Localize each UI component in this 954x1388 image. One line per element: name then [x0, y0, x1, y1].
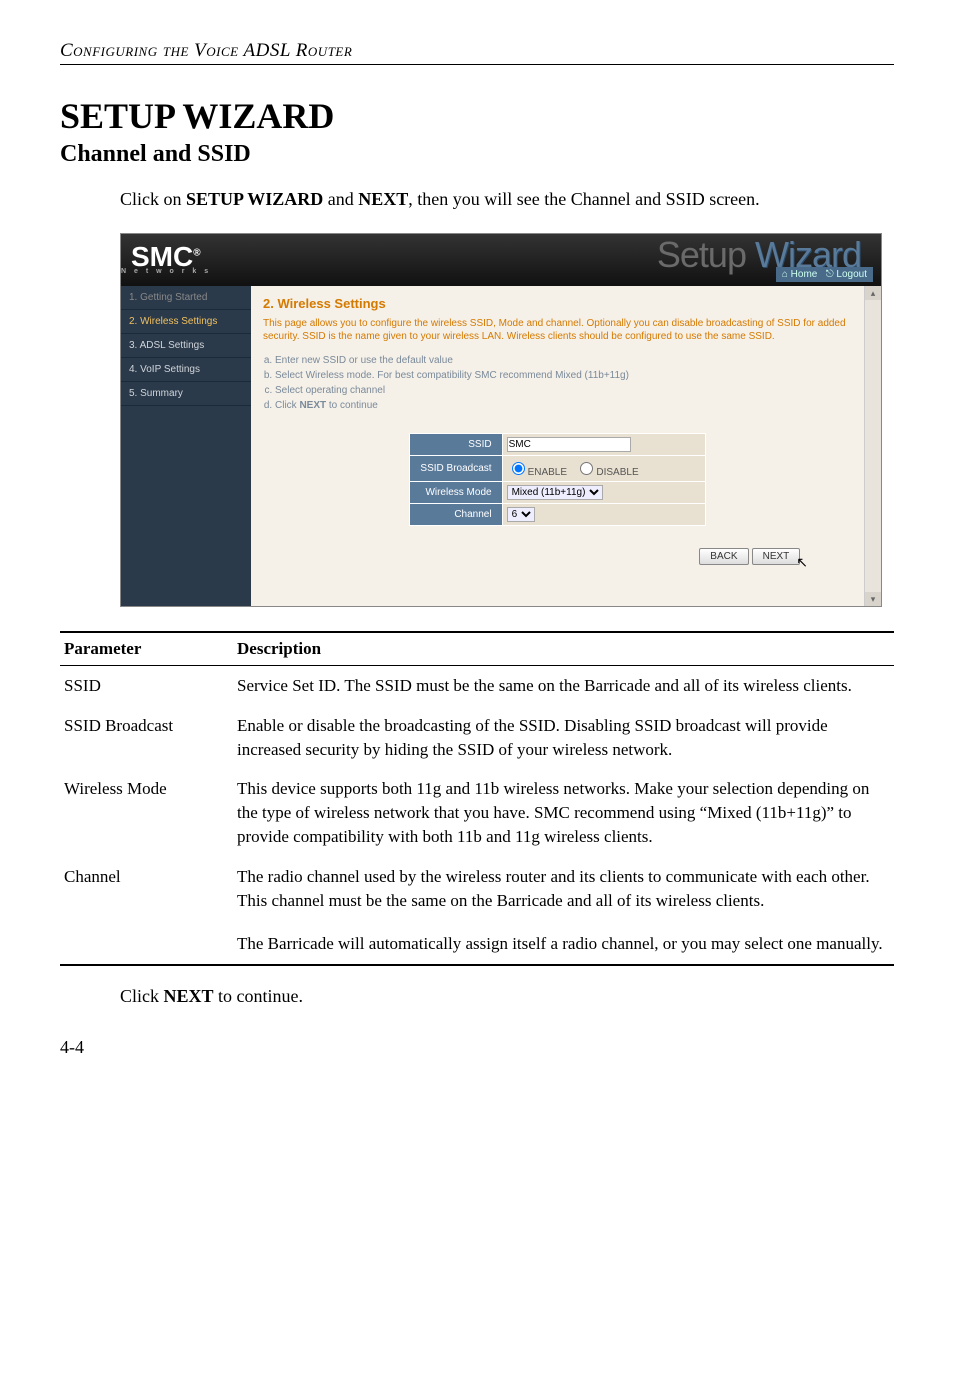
ssid-label: SSID — [410, 434, 502, 456]
enable-radio[interactable] — [512, 462, 525, 475]
router-screenshot: SMC® N e t w o r k s Setup Wizard ⌂ Home… — [120, 233, 882, 607]
logout-icon[interactable]: ⎋ — [826, 269, 837, 280]
param-desc: Enable or disable the broadcasting of th… — [233, 706, 894, 770]
running-header: Configuring the Voice ADSL Router — [60, 40, 894, 65]
page-title: SETUP WIZARD — [60, 95, 894, 137]
wireless-mode-select[interactable]: Mixed (11b+11g) — [507, 485, 603, 500]
step-description: This page allows you to configure the wi… — [263, 317, 852, 343]
scroll-up-icon[interactable]: ▴ — [865, 286, 881, 300]
enable-label: ENABLE — [528, 467, 567, 478]
closing-text: Click NEXT to continue. — [120, 986, 894, 1007]
back-button[interactable]: BACK — [699, 548, 748, 565]
col-description: Description — [233, 632, 894, 666]
home-icon[interactable]: ⌂ — [782, 269, 791, 280]
nav-step-4[interactable]: 4. VoIP Settings — [121, 358, 251, 382]
disable-label: DISABLE — [596, 467, 638, 478]
scroll-down-icon[interactable]: ▾ — [865, 592, 881, 606]
settings-form: SSID SSID Broadcast ENABLE DISABLE Wirel… — [409, 433, 705, 526]
router-header: SMC® N e t w o r k s Setup Wizard ⌂ Home… — [121, 234, 881, 286]
parameter-table: Parameter Description SSID Service Set I… — [60, 631, 894, 966]
logout-link[interactable]: Logout — [836, 269, 867, 280]
channel-select[interactable]: 6 — [507, 507, 535, 522]
instruction-c: Select operating channel — [275, 383, 852, 398]
table-row: Wireless Mode This device supports both … — [60, 769, 894, 856]
param-name: Wireless Mode — [60, 769, 233, 856]
nav-step-3[interactable]: 3. ADSL Settings — [121, 334, 251, 358]
nav-step-5[interactable]: 5. Summary — [121, 382, 251, 406]
scrollbar[interactable]: ▴ ▾ — [864, 286, 881, 606]
param-name — [60, 920, 233, 965]
table-row: The Barricade will automatically assign … — [60, 920, 894, 965]
wireless-mode-label: Wireless Mode — [410, 482, 502, 504]
disable-radio[interactable] — [580, 462, 593, 475]
header-links: ⌂ Home ⎋ Logout — [776, 267, 873, 282]
col-parameter: Parameter — [60, 632, 233, 666]
step-heading: 2. Wireless Settings — [263, 296, 852, 311]
home-link[interactable]: Home — [791, 269, 818, 280]
nav-step-1[interactable]: 1. Getting Started — [121, 286, 251, 310]
instruction-b: Select Wireless mode. For best compatibi… — [275, 368, 852, 383]
channel-label: Channel — [410, 504, 502, 526]
wizard-content: 2. Wireless Settings This page allows yo… — [251, 286, 864, 606]
param-desc: This device supports both 11g and 11b wi… — [233, 769, 894, 856]
table-row: Channel The radio channel used by the wi… — [60, 857, 894, 921]
param-desc: The radio channel used by the wireless r… — [233, 857, 894, 921]
instruction-a: Enter new SSID or use the default value — [275, 353, 852, 368]
ssid-broadcast-label: SSID Broadcast — [410, 456, 502, 482]
section-title: Channel and SSID — [60, 141, 894, 168]
instruction-d: Click NEXT to continue — [275, 398, 852, 413]
page-number: 4-4 — [60, 1037, 894, 1058]
nav-step-2[interactable]: 2. Wireless Settings — [121, 310, 251, 334]
table-row: SSID Broadcast Enable or disable the bro… — [60, 706, 894, 770]
param-name: SSID Broadcast — [60, 706, 233, 770]
param-name: Channel — [60, 857, 233, 921]
param-name: SSID — [60, 666, 233, 706]
ssid-input[interactable] — [507, 437, 631, 452]
wizard-nav: 1. Getting Started 2. Wireless Settings … — [121, 286, 251, 606]
param-desc: The Barricade will automatically assign … — [233, 920, 894, 965]
cursor-icon: ↖ — [796, 554, 808, 570]
param-desc: Service Set ID. The SSID must be the sam… — [233, 666, 894, 706]
intro-text: Click on SETUP WIZARD and NEXT, then you… — [120, 186, 894, 213]
table-row: SSID Service Set ID. The SSID must be th… — [60, 666, 894, 706]
next-button[interactable]: NEXT — [752, 548, 801, 565]
smc-logo: SMC® N e t w o r k s — [121, 241, 211, 275]
